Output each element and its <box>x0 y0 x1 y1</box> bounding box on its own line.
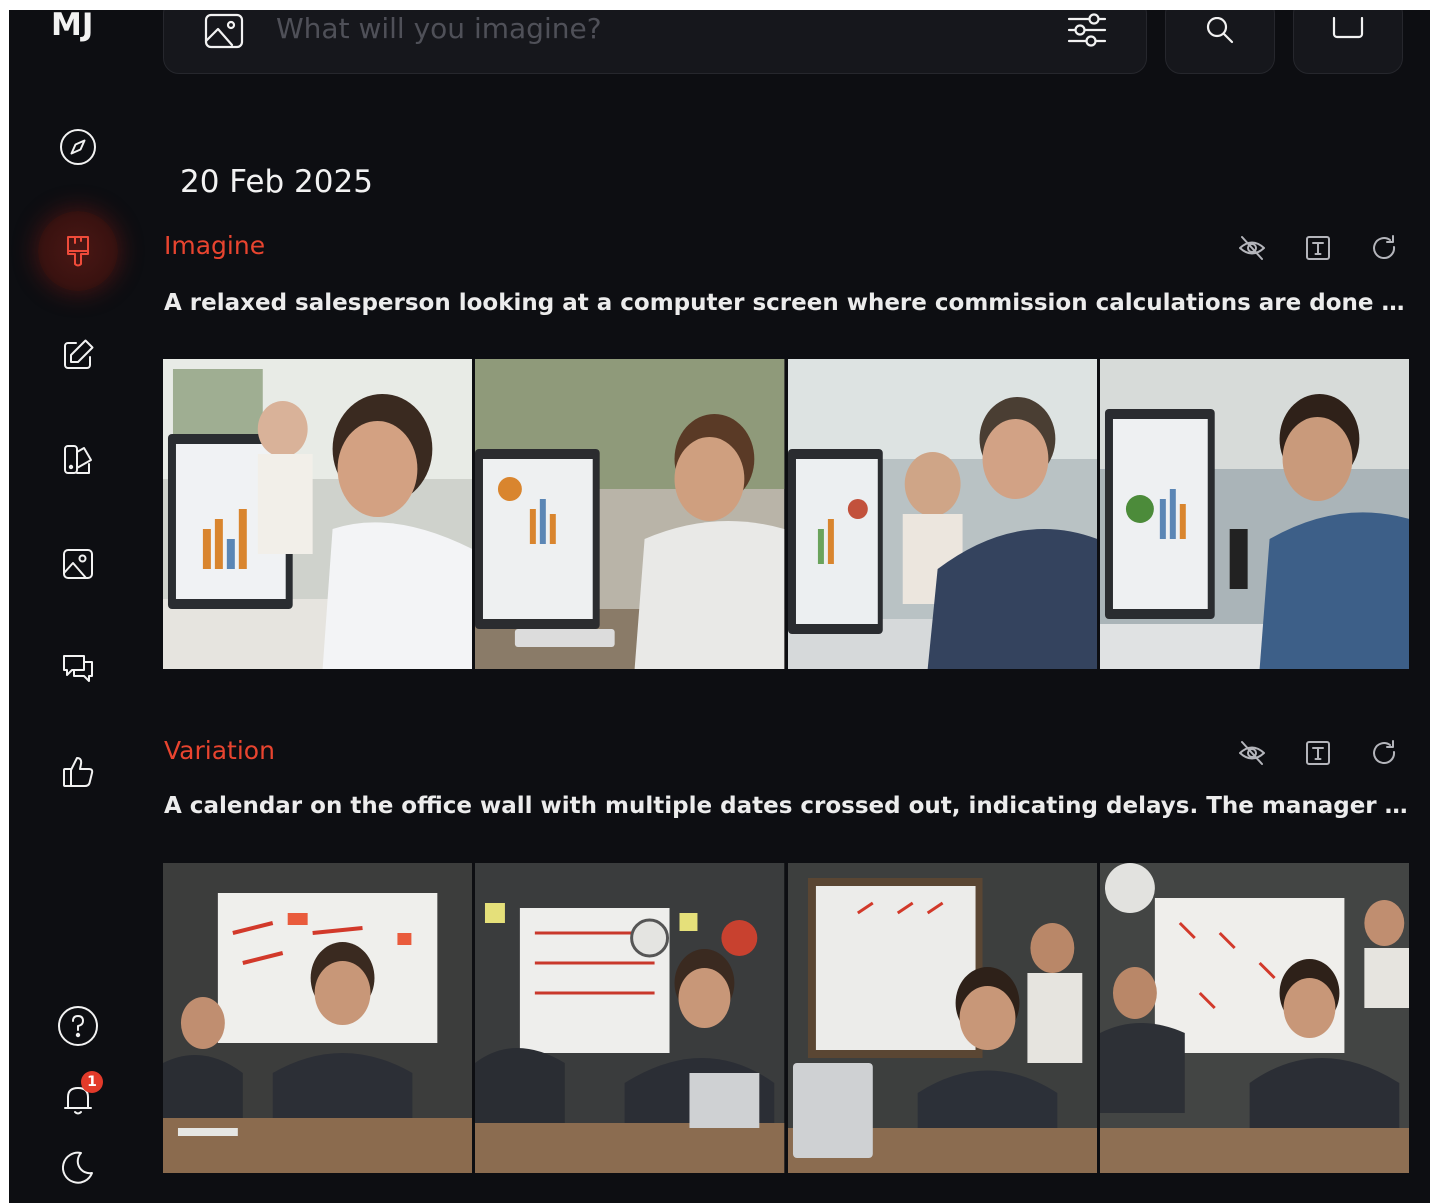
salesperson-image <box>475 359 785 669</box>
image-upload-icon[interactable] <box>202 11 246 51</box>
feed-date: 20 Feb 2025 <box>180 164 373 200</box>
salesperson-image <box>163 359 473 669</box>
image-icon <box>63 549 93 579</box>
salesperson-image <box>787 359 1097 669</box>
job-prompt[interactable]: A calendar on the office wall with multi… <box>164 793 1409 819</box>
image-grid <box>163 359 1409 669</box>
image-tile[interactable] <box>787 359 1097 669</box>
explore-nav-button[interactable] <box>49 118 107 176</box>
search-button[interactable] <box>1165 10 1275 74</box>
folder-icon <box>1332 17 1364 39</box>
folder-button[interactable] <box>1293 10 1403 74</box>
hide-button[interactable] <box>1234 230 1270 266</box>
notifications-button[interactable]: 1 <box>49 1070 107 1128</box>
eye-off-icon <box>1239 236 1265 260</box>
calendar-manager-image <box>163 863 473 1173</box>
help-icon <box>58 1006 98 1046</box>
paintbrush-icon <box>67 236 89 267</box>
calendar-manager-image <box>1099 863 1409 1173</box>
image-tile[interactable] <box>163 863 473 1173</box>
prompt-input[interactable] <box>274 10 1038 49</box>
personalize-nav-button[interactable] <box>49 431 107 489</box>
logo[interactable]: MJ <box>51 10 93 44</box>
refresh-icon <box>1373 740 1396 764</box>
image-grid <box>163 863 1409 1173</box>
text-icon <box>1306 236 1330 260</box>
rerun-button[interactable] <box>1366 735 1402 771</box>
refresh-icon <box>1373 235 1396 259</box>
use-text-button[interactable] <box>1300 230 1336 266</box>
job-actions <box>1234 735 1402 771</box>
image-tile[interactable] <box>475 359 785 669</box>
organize-nav-button[interactable] <box>49 535 107 593</box>
job-type-label[interactable]: Imagine <box>164 231 265 260</box>
image-tile[interactable] <box>163 359 473 669</box>
theme-toggle-button[interactable] <box>49 1138 107 1196</box>
chat-nav-button[interactable] <box>49 639 107 697</box>
calendar-manager-image <box>475 863 785 1173</box>
eye-off-icon <box>1239 741 1265 765</box>
job-prompt[interactable]: A relaxed salesperson looking at a compu… <box>164 290 1409 316</box>
image-tile[interactable] <box>1099 359 1409 669</box>
thumbs-up-icon <box>63 757 94 787</box>
palette-icon <box>64 445 92 474</box>
image-tile[interactable] <box>787 863 1097 1173</box>
image-tile[interactable] <box>1099 863 1409 1173</box>
image-tile[interactable] <box>475 863 785 1173</box>
create-nav-button[interactable] <box>38 211 118 291</box>
job-type-label[interactable]: Variation <box>164 736 275 765</box>
rank-nav-button[interactable] <box>49 743 107 801</box>
app-window: MJ 1 What will you imagine? 20 Feb 2025 … <box>9 10 1430 1203</box>
compass-icon <box>60 129 96 165</box>
edit-nav-button[interactable] <box>49 326 107 384</box>
hide-button[interactable] <box>1234 735 1270 771</box>
use-text-button[interactable] <box>1300 735 1336 771</box>
text-icon <box>1306 741 1330 765</box>
prompt-bar <box>163 10 1147 74</box>
edit-icon <box>64 339 94 369</box>
help-button[interactable] <box>49 997 107 1055</box>
salesperson-image <box>1099 359 1409 669</box>
calendar-manager-image <box>787 863 1097 1173</box>
moon-icon <box>62 1151 93 1184</box>
job-actions <box>1234 230 1402 266</box>
settings-sliders-icon[interactable] <box>1064 10 1110 51</box>
rerun-button[interactable] <box>1366 230 1402 266</box>
search-icon <box>1206 17 1234 44</box>
notification-badge: 1 <box>81 1071 103 1093</box>
chat-icon <box>63 655 93 682</box>
